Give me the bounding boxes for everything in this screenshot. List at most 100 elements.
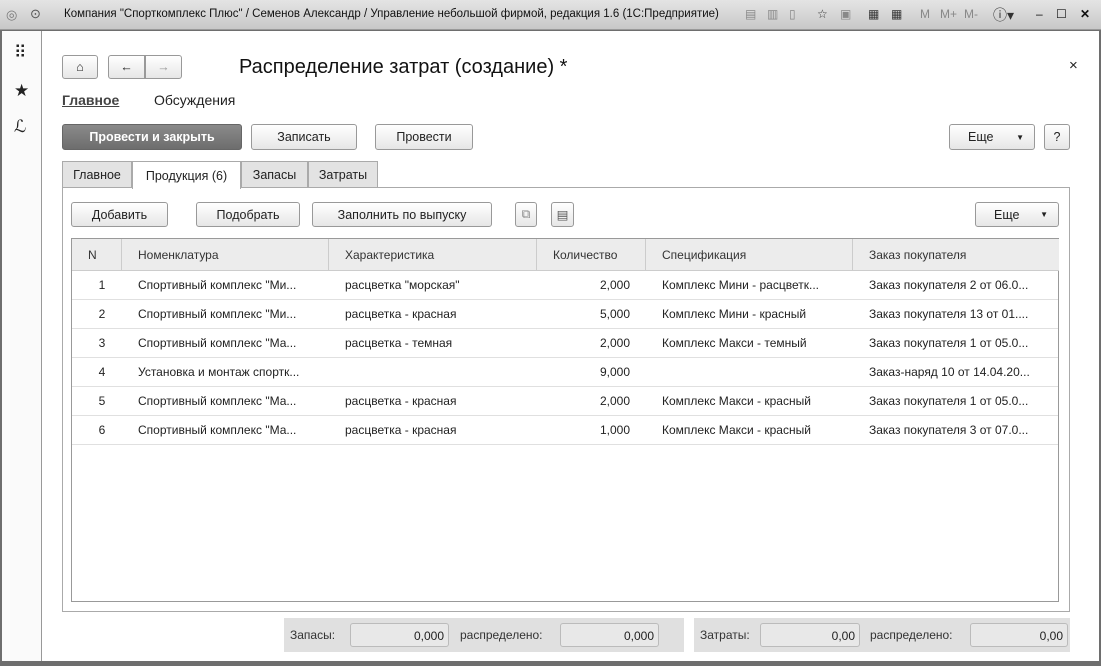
window-title: Компания "Спорткомплекс Плюс" / Семенов … [64, 8, 719, 20]
memory-button[interactable]: M [920, 7, 930, 21]
info-icon[interactable]: ⓘ▾ [993, 5, 1014, 25]
close-window-icon[interactable]: ✕ [1080, 7, 1090, 21]
cell-n[interactable]: 6 [72, 416, 122, 444]
stock-label: Запасы: [290, 628, 336, 642]
menu-dropdown-icon[interactable]: ⊙ [30, 6, 41, 22]
apps-grid-icon[interactable]: ⠿ [14, 43, 26, 63]
table-row[interactable]: 3 Спортивный комплекс "Ма... расцветка - т… [72, 329, 1058, 358]
table-row[interactable]: 5 Спортивный комплекс "Ма... расцветка - к… [72, 387, 1058, 416]
calendar-icon[interactable]: ▦ [891, 7, 902, 21]
cell-quantity[interactable]: 1,000 [537, 416, 646, 444]
table-more-button[interactable]: Еще ▼ [975, 202, 1059, 227]
cost-label: Затраты: [700, 628, 750, 642]
cell-customer-order[interactable]: Заказ покупателя 13 от 01.... [853, 300, 1059, 328]
chevron-down-icon: ▼ [1016, 132, 1024, 142]
maximize-icon[interactable]: ☐ [1056, 7, 1067, 21]
save-button[interactable]: Записать [251, 124, 357, 150]
history-icon[interactable]: ℒ [14, 117, 26, 137]
cell-quantity[interactable]: 9,000 [537, 358, 646, 386]
cell-characteristic[interactable]: расцветка - темная [329, 329, 537, 357]
add-button[interactable]: Добавить [71, 202, 168, 227]
nav-main[interactable]: Главное [62, 92, 119, 108]
cell-characteristic[interactable]: расцветка - красная [329, 387, 537, 415]
favorite-icon[interactable]: ☆ [817, 7, 828, 21]
home-button[interactable]: ⌂ [62, 55, 98, 79]
nav-discussions[interactable]: Обсуждения [154, 92, 235, 108]
cell-nomenclature[interactable]: Спортивный комплекс "Ма... [122, 387, 329, 415]
help-button[interactable]: ? [1044, 124, 1070, 150]
cell-characteristic[interactable]: расцветка "морская" [329, 271, 537, 299]
cell-characteristic[interactable]: расцветка - красная [329, 300, 537, 328]
chevron-down-icon: ▼ [1040, 210, 1048, 219]
table-row[interactable]: 1 Спортивный комплекс "Ми... расцветка "мо… [72, 271, 1058, 300]
cell-specification[interactable]: Комплекс Макси - темный [646, 329, 853, 357]
cell-customer-order[interactable]: Заказ покупателя 1 от 05.0... [853, 329, 1059, 357]
table-row[interactable]: 6 Спортивный комплекс "Ма... расцветка - к… [72, 416, 1058, 445]
forward-button[interactable]: → [145, 55, 182, 79]
cell-nomenclature[interactable]: Спортивный комплекс "Ма... [122, 416, 329, 444]
memory-plus-button[interactable]: M+ [940, 7, 957, 21]
cell-n[interactable]: 2 [72, 300, 122, 328]
close-form-icon[interactable]: × [1069, 57, 1078, 74]
cell-nomenclature[interactable]: Спортивный комплекс "Ми... [122, 271, 329, 299]
cell-specification[interactable] [646, 358, 853, 386]
post-and-close-button[interactable]: Провести и закрыть [62, 124, 242, 150]
cell-quantity[interactable]: 5,000 [537, 300, 646, 328]
stock-totals: Запасы: 0,000 распределено: 0,000 [284, 618, 684, 652]
cell-characteristic[interactable]: расцветка - красная [329, 416, 537, 444]
cell-customer-order[interactable]: Заказ покупателя 1 от 05.0... [853, 387, 1059, 415]
table-row[interactable]: 4 Установка и монтаж спортк... 9,000 Заказ-… [72, 358, 1058, 387]
column-header-specification[interactable]: Спецификация [646, 239, 853, 271]
column-header-n[interactable]: N [72, 239, 122, 271]
more-label: Еще [968, 130, 994, 144]
minimize-icon[interactable]: – [1036, 7, 1043, 21]
cell-characteristic[interactable] [329, 358, 537, 386]
cell-specification[interactable]: Комплекс Мини - красный [646, 300, 853, 328]
cell-customer-order[interactable]: Заказ покупателя 3 от 07.0... [853, 416, 1059, 444]
cell-nomenclature[interactable]: Спортивный комплекс "Ма... [122, 329, 329, 357]
cell-quantity[interactable]: 2,000 [537, 271, 646, 299]
tab-costs[interactable]: Затраты [308, 161, 378, 188]
cost-field: 0,00 [760, 623, 860, 647]
cell-nomenclature[interactable]: Спортивный комплекс "Ми... [122, 300, 329, 328]
column-header-nomenclature[interactable]: Номенклатура [122, 239, 329, 271]
preview-icon[interactable]: ▯ [789, 7, 796, 21]
cell-n[interactable]: 3 [72, 329, 122, 357]
post-button[interactable]: Провести [375, 124, 473, 150]
memory-minus-button[interactable]: M- [964, 7, 978, 21]
calculator-icon[interactable]: ▦ [868, 7, 879, 21]
cell-quantity[interactable]: 2,000 [537, 329, 646, 357]
cell-specification[interactable]: Комплекс Макси - красный [646, 387, 853, 415]
column-header-characteristic[interactable]: Характеристика [329, 239, 537, 271]
cell-n[interactable]: 5 [72, 387, 122, 415]
cell-specification[interactable]: Комплекс Макси - красный [646, 416, 853, 444]
tab-main[interactable]: Главное [62, 161, 132, 188]
column-header-customer-order[interactable]: Заказ покупателя [853, 239, 1059, 271]
cell-quantity[interactable]: 2,000 [537, 387, 646, 415]
more-label: Еще [994, 207, 1020, 222]
cell-nomenclature[interactable]: Установка и монтаж спортк... [122, 358, 329, 386]
more-button[interactable]: Еще ▼ [949, 124, 1035, 150]
bookmark-icon[interactable]: ▣ [840, 7, 851, 21]
pick-button[interactable]: Подобрать [196, 202, 300, 227]
cell-n[interactable]: 4 [72, 358, 122, 386]
cell-customer-order[interactable]: Заказ-наряд 10 от 14.04.20... [853, 358, 1059, 386]
cell-n[interactable]: 1 [72, 271, 122, 299]
back-button[interactable]: ← [108, 55, 145, 79]
stock-distributed-label: распределено: [460, 628, 543, 642]
tab-stock[interactable]: Запасы [241, 161, 308, 188]
cell-specification[interactable]: Комплекс Мини - расцветк... [646, 271, 853, 299]
table-row[interactable]: 2 Спортивный комплекс "Ми... расцветка - к… [72, 300, 1058, 329]
tab-products[interactable]: Продукция (6) [132, 161, 241, 189]
fill-by-output-button[interactable]: Заполнить по выпуску [312, 202, 492, 227]
print-icon[interactable]: ▥ [767, 7, 778, 21]
column-header-quantity[interactable]: Количество [537, 239, 646, 271]
favorites-star-icon[interactable]: ★ [14, 81, 29, 101]
paste-button[interactable]: ▤ [551, 202, 574, 227]
cost-distributed-field: 0,00 [970, 623, 1068, 647]
save-icon[interactable]: ▤ [745, 7, 756, 21]
copy-button[interactable]: ⧉ [515, 202, 537, 227]
cell-customer-order[interactable]: Заказ покупателя 2 от 06.0... [853, 271, 1059, 299]
title-bar: ◎ ⊙ Компания "Спорткомплекс Плюс" / Семе… [0, 0, 1101, 30]
arrow-left-icon: ← [120, 60, 133, 74]
